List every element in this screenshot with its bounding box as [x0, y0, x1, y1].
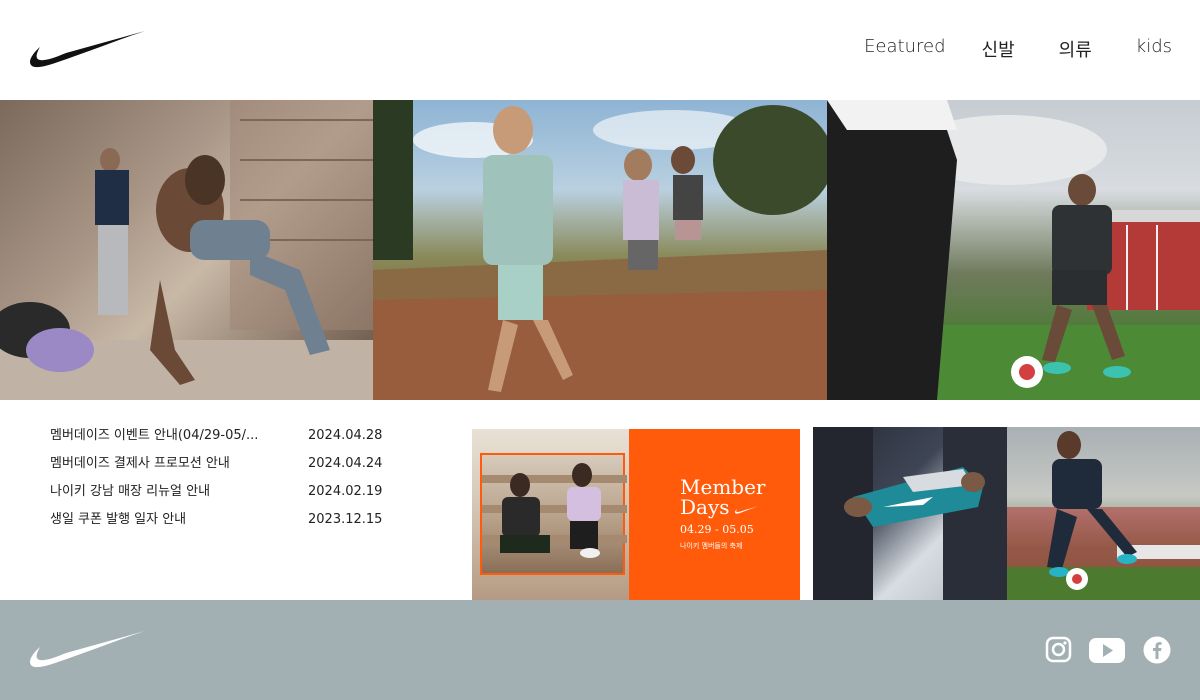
youtube-icon[interactable] — [1089, 638, 1125, 663]
banner-title-line1: Member — [680, 475, 766, 499]
notice-date: 2024.04.24 — [308, 456, 383, 471]
member-days-banner[interactable]: Member Days 04.29 - 05.05 나이키 멤버들의 축제 — [472, 429, 800, 600]
banner-photo — [480, 453, 627, 575]
nav-apparel[interactable]: 의류 — [1059, 36, 1092, 62]
notice-item[interactable]: 나이키 강남 매장 리뉴얼 안내 2024.02.19 — [50, 482, 383, 510]
instagram-icon[interactable] — [1045, 636, 1072, 663]
notice-date: 2024.02.19 — [308, 484, 383, 499]
notice-list: 멤버데이즈 이벤트 안내(04/29-05/... 2024.04.28 멤버데… — [50, 426, 383, 538]
promo-image-player[interactable] — [1007, 427, 1200, 600]
banner-subtitle: 나이키 멤버들의 축제 — [680, 542, 743, 550]
notice-item[interactable]: 생일 쿠폰 발행 일자 안내 2023.12.15 — [50, 510, 383, 538]
nike-logo-footer[interactable] — [28, 628, 148, 672]
header: Eeatured 신발 의류 kids — [0, 0, 1200, 100]
notice-title[interactable]: 나이키 강남 매장 리뉴얼 안내 — [50, 482, 290, 510]
nav-shoes[interactable]: 신발 — [982, 36, 1015, 62]
notice-item[interactable]: 멤버데이즈 결제사 프로모션 안내 2024.04.24 — [50, 454, 383, 482]
notice-item[interactable]: 멤버데이즈 이벤트 안내(04/29-05/... 2024.04.28 — [50, 426, 383, 454]
promo-football-images[interactable] — [813, 427, 1200, 600]
notice-title[interactable]: 생일 쿠폰 발행 일자 안내 — [50, 510, 290, 538]
nike-logo[interactable] — [28, 28, 148, 72]
hero-image-training[interactable] — [0, 100, 373, 400]
notice-date: 2023.12.15 — [308, 512, 383, 527]
nike-swoosh-icon — [735, 506, 759, 514]
banner-photo-frame — [472, 429, 629, 600]
promo-image-cleats[interactable] — [813, 427, 1007, 600]
nav-featured[interactable]: Eeatured — [864, 36, 945, 62]
hero-image-trail-running[interactable] — [373, 100, 827, 400]
footer — [0, 600, 1200, 700]
hero-banner — [0, 100, 1200, 400]
banner-dates: 04.29 - 05.05 — [680, 523, 754, 536]
notice-date: 2024.04.28 — [308, 428, 383, 443]
nav-kids[interactable]: kids — [1136, 36, 1172, 62]
facebook-icon[interactable] — [1143, 636, 1171, 664]
notice-title[interactable]: 멤버데이즈 이벤트 안내(04/29-05/... — [50, 426, 290, 454]
hero-image-football[interactable] — [827, 100, 1200, 400]
main-nav: Eeatured 신발 의류 kids — [864, 36, 1172, 62]
notice-title[interactable]: 멤버데이즈 결제사 프로모션 안내 — [50, 454, 290, 482]
